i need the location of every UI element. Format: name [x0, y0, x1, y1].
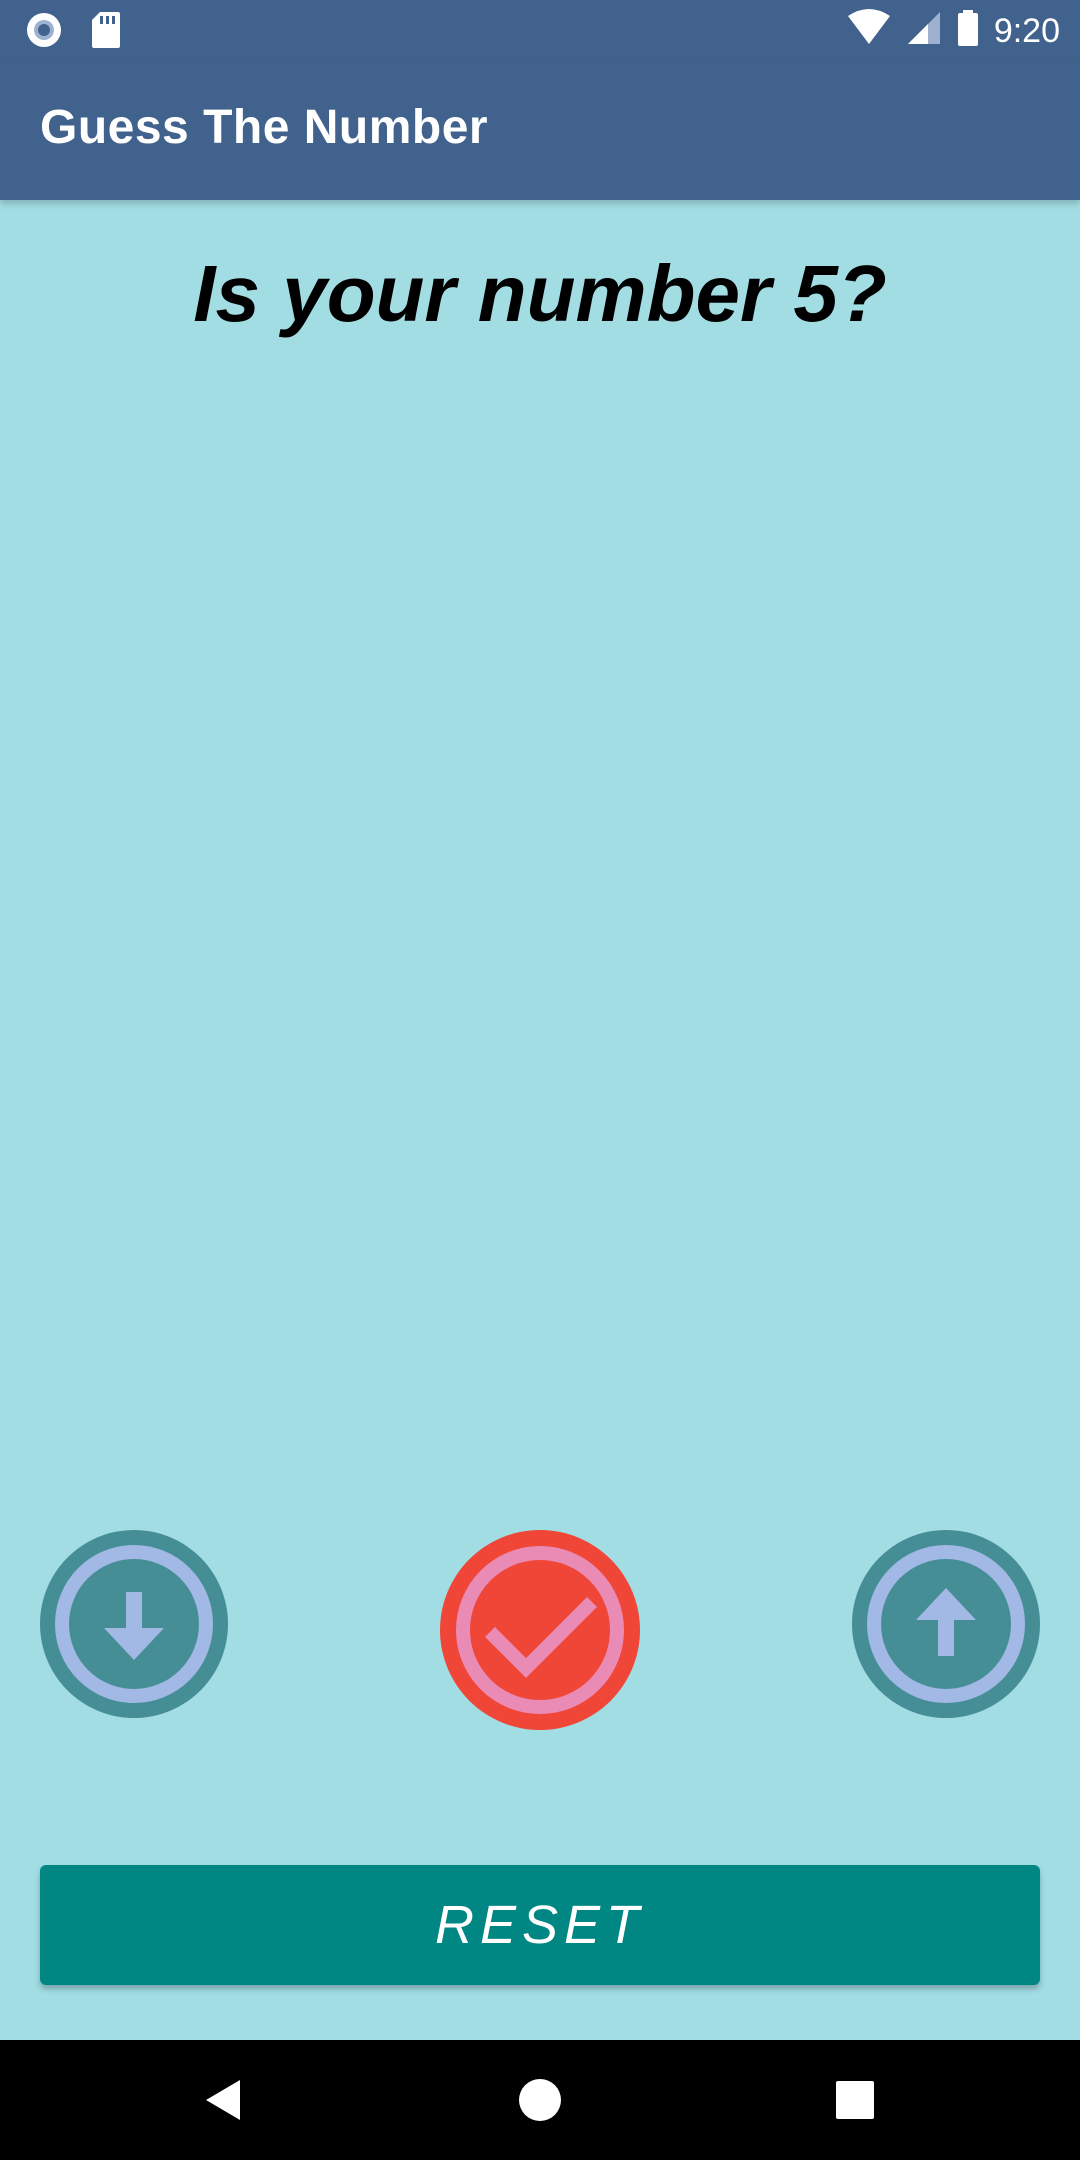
- arrow-up-circle-icon: [852, 1530, 1040, 1718]
- guess-question: Is your number 5?: [193, 249, 887, 338]
- higher-button[interactable]: [852, 1530, 1040, 1718]
- status-time: 9:20: [993, 11, 1060, 50]
- home-icon: [519, 2079, 561, 2121]
- check-circle-icon: [440, 1530, 640, 1730]
- navigation-bar: [0, 2040, 1080, 2160]
- recents-button[interactable]: [832, 2070, 878, 2133]
- back-icon: [206, 2080, 240, 2120]
- back-button[interactable]: [200, 2070, 244, 2133]
- status-bar: 9:20: [0, 0, 1080, 62]
- app-title: Guess The Number: [40, 101, 489, 154]
- arrow-down-circle-icon: [40, 1530, 228, 1718]
- app-bar: Guess The Number: [0, 62, 1080, 200]
- wifi-icon: [846, 8, 892, 53]
- record-icon: [24, 10, 64, 55]
- sd-card-icon: [90, 10, 122, 55]
- reset-button[interactable]: RESET: [40, 1865, 1040, 1985]
- lower-button[interactable]: [40, 1530, 228, 1718]
- battery-icon: [956, 8, 980, 53]
- cell-signal-icon: [906, 8, 942, 53]
- home-button[interactable]: [512, 2070, 568, 2133]
- correct-button[interactable]: [440, 1530, 640, 1730]
- recents-icon: [836, 2081, 874, 2119]
